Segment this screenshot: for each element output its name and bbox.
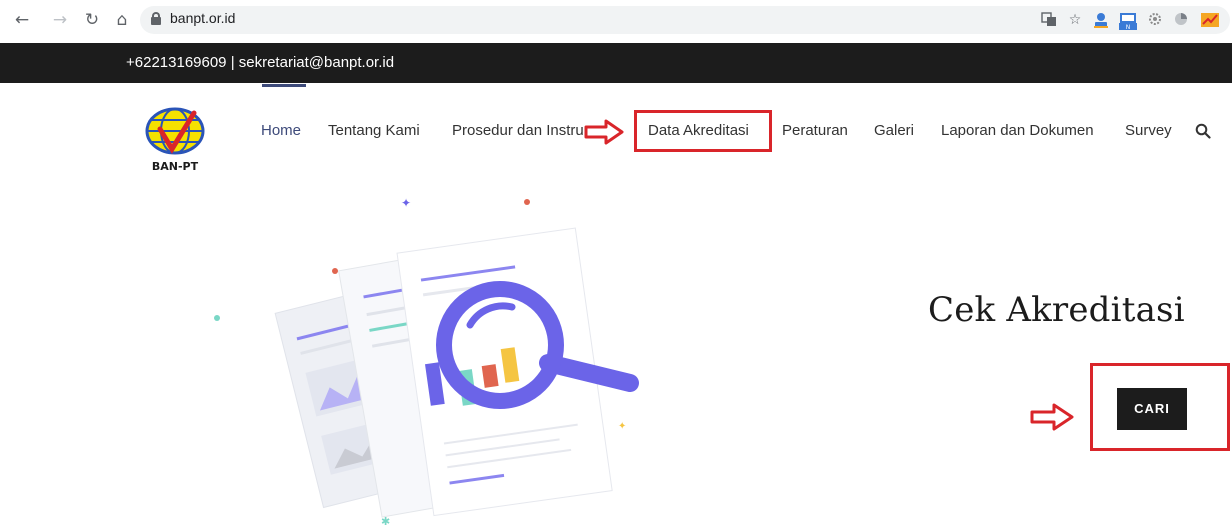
extension-gear-icon[interactable] [1146, 11, 1164, 29]
lock-icon[interactable] [151, 12, 161, 25]
contact-bar: +62213169609 | sekretariat@banpt.or.id [0, 43, 1232, 83]
extension-shield-icon[interactable] [1172, 11, 1190, 29]
cari-button[interactable]: CARI [1117, 388, 1187, 430]
annotation-arrow-icon [584, 119, 624, 145]
search-icon[interactable] [1195, 123, 1211, 139]
nav-peraturan[interactable]: Peraturan [782, 122, 848, 139]
nav-laporan-dan-dokumen[interactable]: Laporan dan Dokumen [941, 122, 1094, 139]
back-arrow-icon[interactable]: ← [12, 10, 32, 30]
annotation-highlight-box [634, 110, 772, 152]
home-icon[interactable]: ⌂ [112, 10, 132, 30]
browser-window: ← → ↻ ⌂ banpt.or.id ☆ N +62213169609 | s… [0, 0, 1232, 529]
nav-tentang-kami[interactable]: Tentang Kami [328, 122, 420, 139]
extension-new-icon[interactable]: N [1118, 11, 1137, 31]
reload-icon[interactable]: ↻ [82, 10, 102, 30]
extension-chart-icon[interactable] [1200, 11, 1219, 29]
annotation-arrow-icon [1030, 403, 1074, 431]
document-search-illustration: ✦ ✦ ✦ ✱ [200, 185, 660, 529]
svg-text:✦: ✦ [401, 196, 411, 210]
star-icon[interactable]: ☆ [1066, 11, 1084, 29]
extension-person-icon[interactable] [1092, 11, 1110, 29]
nav-active-indicator [262, 84, 306, 87]
url-text[interactable]: banpt.or.id [170, 10, 235, 26]
translate-icon[interactable] [1040, 11, 1058, 29]
logo-text: BAN-PT [152, 160, 199, 173]
hero-title: Cek Akreditasi [928, 290, 1185, 330]
browser-toolbar: ← → ↻ ⌂ banpt.or.id ☆ N [0, 0, 1232, 40]
svg-text:✦: ✦ [618, 421, 626, 432]
nav-galeri[interactable]: Galeri [874, 122, 914, 139]
svg-text:N: N [1126, 24, 1131, 31]
ban-pt-logo[interactable]: BAN-PT [138, 103, 212, 173]
nav-home[interactable]: Home [261, 122, 301, 139]
nav-survey[interactable]: Survey [1125, 122, 1172, 139]
contact-info: +62213169609 | sekretariat@banpt.or.id [126, 54, 395, 71]
forward-arrow-icon[interactable]: → [50, 10, 70, 30]
